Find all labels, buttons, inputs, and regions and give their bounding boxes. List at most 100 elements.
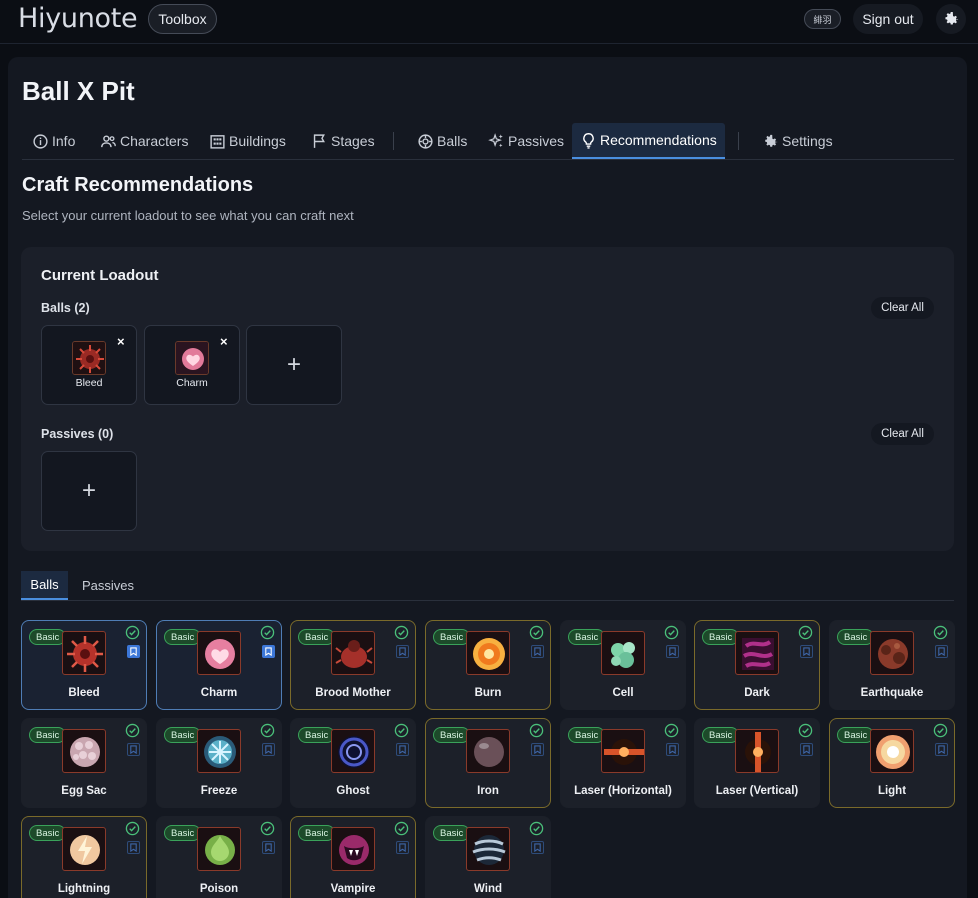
bookmark-icon[interactable] [935, 743, 948, 756]
bookmark-icon[interactable] [935, 645, 948, 658]
ball-card[interactable]: Basic Egg Sac [21, 718, 147, 808]
bookmark-icon[interactable] [531, 743, 544, 756]
ball-card[interactable]: Basic Brood Mother [290, 620, 416, 710]
ball-card[interactable]: Basic Laser (Horizontal) [560, 718, 686, 808]
clear-passives-button[interactable]: Clear All [871, 423, 934, 445]
ball-card[interactable]: Basic Lightning [21, 816, 147, 898]
ball-card[interactable]: Basic Burn [425, 620, 551, 710]
gear-icon [765, 134, 778, 147]
tier-badge: Basic [29, 727, 67, 743]
loadout-ball-slot[interactable]: × Charm [144, 325, 240, 405]
remove-ball-button[interactable]: × [117, 334, 125, 349]
bookmark-icon[interactable] [396, 841, 409, 854]
loadout-title: Current Loadout [41, 267, 159, 284]
toolbox-button[interactable]: Toolbox [148, 4, 217, 34]
ball-icon [62, 827, 106, 871]
bookmark-icon[interactable] [127, 645, 140, 658]
bookmark-icon[interactable] [396, 645, 409, 658]
check-circle-icon [798, 625, 813, 640]
tab-info[interactable]: Info [32, 123, 75, 159]
ball-name: Vampire [330, 883, 376, 895]
ball-name: Freeze [200, 785, 238, 797]
subtab-balls[interactable]: Balls [21, 571, 68, 600]
sign-out-button[interactable]: Sign out [853, 4, 923, 34]
top-bar: Hiyunote Toolbox 緋羽 Sign out [0, 0, 978, 44]
ball-icon [331, 827, 375, 871]
ball-icon [466, 729, 510, 773]
tab-passives[interactable]: Passives [488, 123, 564, 159]
ball-icon [735, 631, 779, 675]
ball-card[interactable]: Basic Charm [156, 620, 282, 710]
add-ball-button[interactable]: + [246, 325, 342, 405]
tab-label: Recommendations [600, 132, 717, 148]
tier-badge: Basic [837, 727, 875, 743]
ball-icon [331, 631, 375, 675]
check-circle-icon [529, 723, 544, 738]
ball-icon [197, 827, 241, 871]
ball-name: Dark [744, 687, 770, 699]
ball-card[interactable]: Basic Wind [425, 816, 551, 898]
loadout-ball-slot[interactable]: × Bleed [41, 325, 137, 405]
bookmark-icon[interactable] [800, 743, 813, 756]
clear-balls-button[interactable]: Clear All [871, 297, 934, 319]
ball-card[interactable]: Basic Light [829, 718, 955, 808]
tier-badge: Basic [433, 825, 471, 841]
bookmark-icon[interactable] [531, 841, 544, 854]
gear-icon [945, 11, 959, 25]
ball-card[interactable]: Basic Freeze [156, 718, 282, 808]
sparkle-icon [488, 132, 503, 147]
ball-card[interactable]: Basic Iron [425, 718, 551, 808]
ball-icon [62, 631, 106, 675]
tab-label: Settings [782, 133, 833, 149]
users-icon [101, 134, 116, 147]
bookmark-icon[interactable] [262, 841, 275, 854]
ball-card[interactable]: Basic Bleed [21, 620, 147, 710]
ball-card[interactable]: Basic Cell [560, 620, 686, 710]
check-circle-icon [260, 821, 275, 836]
flag-icon [313, 133, 325, 148]
check-circle-icon [664, 625, 679, 640]
tab-label: Balls [437, 133, 468, 149]
language-button[interactable]: 緋羽 [804, 9, 841, 29]
remove-ball-button[interactable]: × [220, 334, 228, 349]
slot-label: Charm [176, 377, 208, 389]
check-circle-icon [933, 723, 948, 738]
check-circle-icon [664, 723, 679, 738]
check-circle-icon [394, 723, 409, 738]
ball-name: Burn [474, 687, 502, 699]
bookmark-icon[interactable] [666, 743, 679, 756]
bookmark-icon[interactable] [666, 645, 679, 658]
subtab-passives[interactable]: Passives [74, 571, 142, 600]
brand-logo[interactable]: Hiyunote [18, 3, 138, 34]
ball-card[interactable]: Basic Vampire [290, 816, 416, 898]
check-circle-icon [798, 723, 813, 738]
bookmark-icon[interactable] [127, 841, 140, 854]
tab-settings[interactable]: Settings [762, 123, 833, 159]
tab-buildings[interactable]: Buildings [209, 123, 286, 159]
ball-card[interactable]: Basic Earthquake [829, 620, 955, 710]
add-passive-button[interactable]: + [41, 451, 137, 531]
bookmark-icon[interactable] [396, 743, 409, 756]
tier-badge: Basic [433, 727, 471, 743]
tab-stages[interactable]: Stages [311, 123, 375, 159]
ball-icon [601, 631, 645, 675]
tab-recommendations[interactable]: Recommendations [572, 123, 725, 159]
ball-card[interactable]: Basic Laser (Vertical) [694, 718, 820, 808]
bookmark-icon[interactable] [127, 743, 140, 756]
bookmark-icon[interactable] [262, 743, 275, 756]
bookmark-icon[interactable] [800, 645, 813, 658]
check-circle-icon [260, 625, 275, 640]
tier-badge: Basic [29, 629, 67, 645]
tier-badge: Basic [837, 629, 875, 645]
tier-badge: Basic [568, 629, 606, 645]
tab-characters[interactable]: Characters [100, 123, 188, 159]
ball-icon [62, 729, 106, 773]
tab-balls[interactable]: Balls [417, 123, 467, 159]
ball-card[interactable]: Basic Poison [156, 816, 282, 898]
ball-card[interactable]: Basic Dark [694, 620, 820, 710]
settings-button[interactable] [936, 4, 966, 34]
catalog-tabs: Balls Passives [21, 571, 954, 601]
bookmark-icon[interactable] [262, 645, 275, 658]
ball-card[interactable]: Basic Ghost [290, 718, 416, 808]
bookmark-icon[interactable] [531, 645, 544, 658]
